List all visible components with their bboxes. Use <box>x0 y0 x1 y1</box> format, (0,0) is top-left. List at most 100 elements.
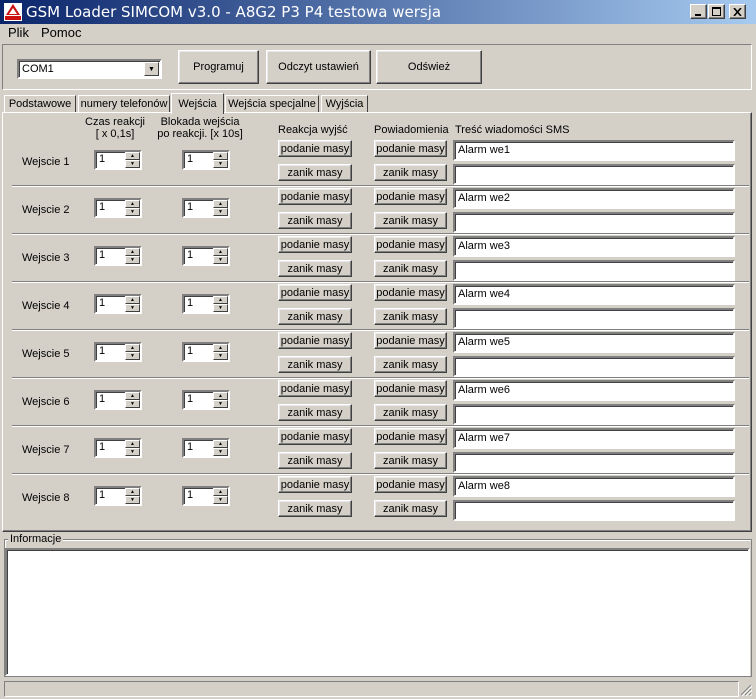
spin-up-icon[interactable]: ▲ <box>213 488 228 496</box>
sms-text-field-6[interactable]: Alarm we6 <box>453 380 735 401</box>
spin-down-icon[interactable]: ▼ <box>213 496 228 504</box>
sms-text-field-8[interactable]: Alarm we8 <box>453 476 735 497</box>
sms-text-field-7-loss[interactable] <box>453 452 735 473</box>
minimize-button[interactable] <box>690 4 707 19</box>
menu-file[interactable]: Plik <box>8 25 29 40</box>
notify-mass-loss-button-2[interactable]: zanik masy <box>374 212 447 229</box>
lock-spinner-5[interactable]: 1 ▲ ▼ <box>182 342 230 362</box>
reaction-time-spinner-6[interactable]: 1 ▲ ▼ <box>94 390 142 410</box>
tab-special-inputs[interactable]: Wejścia specjalne <box>225 95 319 112</box>
sms-text-field-3[interactable]: Alarm we3 <box>453 236 735 257</box>
spin-up-icon[interactable]: ▲ <box>125 344 140 352</box>
reaction-mass-loss-button-7[interactable]: zanik masy <box>278 452 352 469</box>
tab-phone-numbers[interactable]: numery telefonów <box>78 95 170 112</box>
maximize-button[interactable] <box>708 4 725 19</box>
notify-mass-apply-button-5[interactable]: podanie masy <box>374 332 447 349</box>
lock-spinner-3[interactable]: 1 ▲ ▼ <box>182 246 230 266</box>
notify-mass-apply-button-6[interactable]: podanie masy <box>374 380 447 397</box>
sms-text-field-2[interactable]: Alarm we2 <box>453 188 735 209</box>
spin-up-icon[interactable]: ▲ <box>213 392 228 400</box>
spin-up-icon[interactable]: ▲ <box>213 152 228 160</box>
spin-up-icon[interactable]: ▲ <box>125 392 140 400</box>
notify-mass-apply-button-7[interactable]: podanie masy <box>374 428 447 445</box>
spin-down-icon[interactable]: ▼ <box>213 208 228 216</box>
notify-mass-loss-button-5[interactable]: zanik masy <box>374 356 447 373</box>
notify-mass-loss-button-3[interactable]: zanik masy <box>374 260 447 277</box>
tab-basic[interactable]: Podstawowe <box>4 95 76 112</box>
notify-mass-apply-button-1[interactable]: podanie masy <box>374 140 447 157</box>
sms-text-field-2-loss[interactable] <box>453 212 735 233</box>
reaction-mass-apply-button-3[interactable]: podanie masy <box>278 236 352 253</box>
spin-down-icon[interactable]: ▼ <box>125 208 140 216</box>
notify-mass-loss-button-1[interactable]: zanik masy <box>374 164 447 181</box>
notify-mass-apply-button-4[interactable]: podanie masy <box>374 284 447 301</box>
sms-text-field-3-loss[interactable] <box>453 260 735 281</box>
spin-up-icon[interactable]: ▲ <box>213 296 228 304</box>
reaction-mass-loss-button-3[interactable]: zanik masy <box>278 260 352 277</box>
close-button[interactable] <box>729 4 746 19</box>
spin-up-icon[interactable]: ▲ <box>213 440 228 448</box>
spin-up-icon[interactable]: ▲ <box>125 152 140 160</box>
reaction-mass-apply-button-8[interactable]: podanie masy <box>278 476 352 493</box>
sms-text-field-6-loss[interactable] <box>453 404 735 425</box>
sms-text-field-8-loss[interactable] <box>453 500 735 521</box>
sms-text-field-1-loss[interactable] <box>453 164 735 185</box>
notify-mass-loss-button-7[interactable]: zanik masy <box>374 452 447 469</box>
sms-text-field-5[interactable]: Alarm we5 <box>453 332 735 353</box>
sms-text-field-4-loss[interactable] <box>453 308 735 329</box>
spin-down-icon[interactable]: ▼ <box>125 256 140 264</box>
notify-mass-loss-button-8[interactable]: zanik masy <box>374 500 447 517</box>
spin-down-icon[interactable]: ▼ <box>213 304 228 312</box>
reaction-mass-loss-button-2[interactable]: zanik masy <box>278 212 352 229</box>
spin-down-icon[interactable]: ▼ <box>213 400 228 408</box>
spin-up-icon[interactable]: ▲ <box>125 488 140 496</box>
spin-down-icon[interactable]: ▼ <box>213 352 228 360</box>
reaction-mass-loss-button-8[interactable]: zanik masy <box>278 500 352 517</box>
notify-mass-loss-button-6[interactable]: zanik masy <box>374 404 447 421</box>
spin-up-icon[interactable]: ▲ <box>213 248 228 256</box>
lock-spinner-7[interactable]: 1 ▲ ▼ <box>182 438 230 458</box>
reaction-mass-apply-button-6[interactable]: podanie masy <box>278 380 352 397</box>
spin-up-icon[interactable]: ▲ <box>125 440 140 448</box>
sms-text-field-1[interactable]: Alarm we1 <box>453 140 735 161</box>
notify-mass-apply-button-8[interactable]: podanie masy <box>374 476 447 493</box>
sms-text-field-5-loss[interactable] <box>453 356 735 377</box>
reaction-time-spinner-1[interactable]: 1 ▲ ▼ <box>94 150 142 170</box>
tab-outputs[interactable]: Wyjścia <box>321 95 368 112</box>
title-bar[interactable]: GSM Loader SIMCOM v3.0 - A8G2 P3 P4 test… <box>0 0 756 24</box>
spin-up-icon[interactable]: ▲ <box>125 248 140 256</box>
reaction-time-spinner-4[interactable]: 1 ▲ ▼ <box>94 294 142 314</box>
spin-down-icon[interactable]: ▼ <box>213 160 228 168</box>
reaction-mass-apply-button-7[interactable]: podanie masy <box>278 428 352 445</box>
port-select[interactable]: COM1 ▼ <box>17 59 162 79</box>
lock-spinner-4[interactable]: 1 ▲ ▼ <box>182 294 230 314</box>
reaction-mass-loss-button-1[interactable]: zanik masy <box>278 164 352 181</box>
lock-spinner-6[interactable]: 1 ▲ ▼ <box>182 390 230 410</box>
reaction-mass-apply-button-2[interactable]: podanie masy <box>278 188 352 205</box>
reaction-mass-apply-button-5[interactable]: podanie masy <box>278 332 352 349</box>
lock-spinner-2[interactable]: 1 ▲ ▼ <box>182 198 230 218</box>
spin-up-icon[interactable]: ▲ <box>125 296 140 304</box>
spin-down-icon[interactable]: ▼ <box>125 160 140 168</box>
reaction-mass-loss-button-6[interactable]: zanik masy <box>278 404 352 421</box>
reaction-mass-apply-button-4[interactable]: podanie masy <box>278 284 352 301</box>
sms-text-field-4[interactable]: Alarm we4 <box>453 284 735 305</box>
spin-up-icon[interactable]: ▲ <box>125 200 140 208</box>
tab-inputs[interactable]: Wejścia <box>171 93 224 114</box>
refresh-button[interactable]: Odśwież <box>376 50 482 84</box>
notify-mass-loss-button-4[interactable]: zanik masy <box>374 308 447 325</box>
read-settings-button[interactable]: Odczyt ustawień <box>266 50 371 84</box>
info-textarea[interactable] <box>5 548 750 676</box>
reaction-time-spinner-3[interactable]: 1 ▲ ▼ <box>94 246 142 266</box>
reaction-time-spinner-5[interactable]: 1 ▲ ▼ <box>94 342 142 362</box>
reaction-time-spinner-8[interactable]: 1 ▲ ▼ <box>94 486 142 506</box>
notify-mass-apply-button-2[interactable]: podanie masy <box>374 188 447 205</box>
spin-down-icon[interactable]: ▼ <box>125 496 140 504</box>
reaction-mass-apply-button-1[interactable]: podanie masy <box>278 140 352 157</box>
spin-down-icon[interactable]: ▼ <box>213 256 228 264</box>
reaction-time-spinner-2[interactable]: 1 ▲ ▼ <box>94 198 142 218</box>
reaction-time-spinner-7[interactable]: 1 ▲ ▼ <box>94 438 142 458</box>
spin-down-icon[interactable]: ▼ <box>125 448 140 456</box>
chevron-down-icon[interactable]: ▼ <box>144 62 159 76</box>
lock-spinner-8[interactable]: 1 ▲ ▼ <box>182 486 230 506</box>
